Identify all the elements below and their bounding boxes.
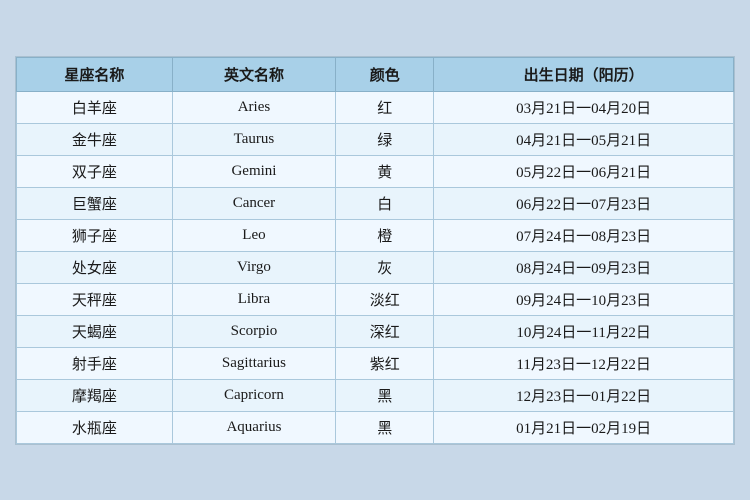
table-row: 处女座Virgo灰08月24日一09月23日 [17, 251, 734, 283]
cell-dates: 07月24日一08月23日 [434, 219, 734, 251]
cell-english-name: Cancer [172, 187, 336, 219]
cell-chinese-name: 金牛座 [17, 123, 173, 155]
cell-english-name: Taurus [172, 123, 336, 155]
cell-dates: 04月21日一05月21日 [434, 123, 734, 155]
cell-chinese-name: 水瓶座 [17, 411, 173, 443]
header-dates: 出生日期（阳历） [434, 57, 734, 91]
table-row: 摩羯座Capricorn黑12月23日一01月22日 [17, 379, 734, 411]
cell-dates: 09月24日一10月23日 [434, 283, 734, 315]
table-row: 白羊座Aries红03月21日一04月20日 [17, 91, 734, 123]
cell-chinese-name: 射手座 [17, 347, 173, 379]
table-header-row: 星座名称 英文名称 颜色 出生日期（阳历） [17, 57, 734, 91]
cell-dates: 05月22日一06月21日 [434, 155, 734, 187]
table-row: 天秤座Libra淡红09月24日一10月23日 [17, 283, 734, 315]
cell-dates: 10月24日一11月22日 [434, 315, 734, 347]
table-row: 金牛座Taurus绿04月21日一05月21日 [17, 123, 734, 155]
cell-english-name: Scorpio [172, 315, 336, 347]
cell-color: 红 [336, 91, 434, 123]
table-row: 水瓶座Aquarius黑01月21日一02月19日 [17, 411, 734, 443]
cell-color: 黑 [336, 411, 434, 443]
cell-chinese-name: 天蝎座 [17, 315, 173, 347]
cell-color: 绿 [336, 123, 434, 155]
cell-chinese-name: 白羊座 [17, 91, 173, 123]
cell-color: 黑 [336, 379, 434, 411]
cell-chinese-name: 摩羯座 [17, 379, 173, 411]
header-color: 颜色 [336, 57, 434, 91]
cell-color: 深红 [336, 315, 434, 347]
zodiac-table-container: 星座名称 英文名称 颜色 出生日期（阳历） 白羊座Aries红03月21日一04… [15, 56, 735, 445]
cell-chinese-name: 天秤座 [17, 283, 173, 315]
cell-english-name: Sagittarius [172, 347, 336, 379]
table-row: 狮子座Leo橙07月24日一08月23日 [17, 219, 734, 251]
cell-color: 紫红 [336, 347, 434, 379]
cell-chinese-name: 巨蟹座 [17, 187, 173, 219]
cell-dates: 08月24日一09月23日 [434, 251, 734, 283]
table-row: 双子座Gemini黄05月22日一06月21日 [17, 155, 734, 187]
cell-english-name: Virgo [172, 251, 336, 283]
cell-english-name: Libra [172, 283, 336, 315]
cell-english-name: Aquarius [172, 411, 336, 443]
cell-english-name: Aries [172, 91, 336, 123]
cell-dates: 12月23日一01月22日 [434, 379, 734, 411]
header-chinese-name: 星座名称 [17, 57, 173, 91]
cell-chinese-name: 双子座 [17, 155, 173, 187]
cell-dates: 11月23日一12月22日 [434, 347, 734, 379]
cell-color: 白 [336, 187, 434, 219]
cell-color: 黄 [336, 155, 434, 187]
cell-chinese-name: 处女座 [17, 251, 173, 283]
cell-color: 淡红 [336, 283, 434, 315]
cell-english-name: Leo [172, 219, 336, 251]
cell-dates: 06月22日一07月23日 [434, 187, 734, 219]
cell-chinese-name: 狮子座 [17, 219, 173, 251]
cell-color: 灰 [336, 251, 434, 283]
table-row: 巨蟹座Cancer白06月22日一07月23日 [17, 187, 734, 219]
zodiac-table: 星座名称 英文名称 颜色 出生日期（阳历） 白羊座Aries红03月21日一04… [16, 57, 734, 444]
table-row: 天蝎座Scorpio深红10月24日一11月22日 [17, 315, 734, 347]
cell-english-name: Gemini [172, 155, 336, 187]
cell-dates: 01月21日一02月19日 [434, 411, 734, 443]
header-english-name: 英文名称 [172, 57, 336, 91]
cell-dates: 03月21日一04月20日 [434, 91, 734, 123]
table-row: 射手座Sagittarius紫红11月23日一12月22日 [17, 347, 734, 379]
cell-color: 橙 [336, 219, 434, 251]
cell-english-name: Capricorn [172, 379, 336, 411]
